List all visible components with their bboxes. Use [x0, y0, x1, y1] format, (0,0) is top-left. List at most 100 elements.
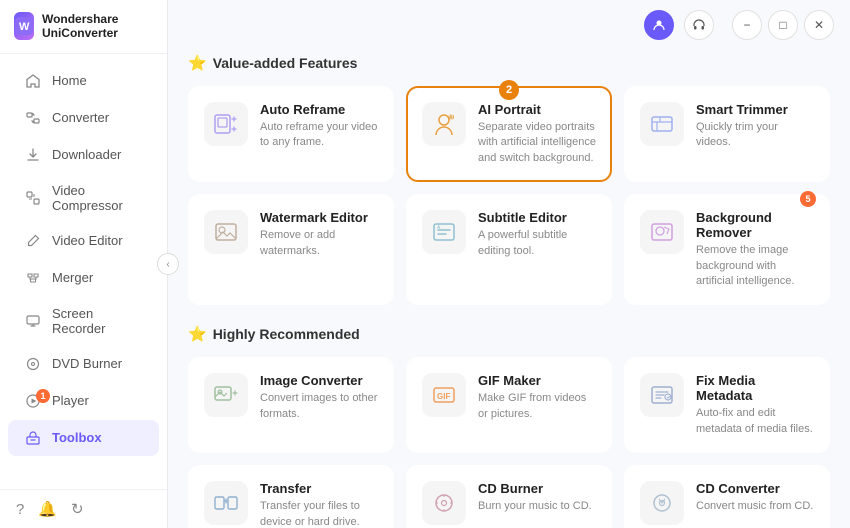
transfer-desc: Transfer your files to device or hard dr…	[260, 499, 378, 528]
headset-button[interactable]	[684, 10, 714, 40]
highly-recommended-grid: Image Converter Convert images to other …	[188, 357, 830, 528]
sidebar-item-compressor-label: Video Compressor	[52, 183, 143, 213]
maximize-button[interactable]: □	[768, 10, 798, 40]
section-icon: ⭐	[188, 54, 207, 72]
converter-icon	[24, 109, 42, 127]
auto-reframe-icon	[204, 102, 248, 146]
highly-recommended-section-title: ⭐ Highly Recommended	[188, 325, 830, 343]
feature-card-watermark-editor[interactable]: Watermark Editor Remove or add watermark…	[188, 194, 394, 305]
ai-portrait-number: 2	[499, 80, 519, 100]
feature-card-subtitle-editor[interactable]: A Subtitle Editor A powerful subtitle ed…	[406, 194, 612, 305]
watermark-editor-name: Watermark Editor	[260, 210, 378, 225]
player-badge: 1	[36, 389, 50, 403]
ai-portrait-desc: Separate video portraits with artificial…	[478, 120, 596, 166]
value-added-section-title: ⭐ Value-added Features	[188, 54, 830, 72]
sidebar-footer: ? 🔔 ↻	[0, 489, 167, 528]
sidebar-item-downloader-label: Downloader	[52, 147, 121, 162]
sidebar-item-merger-label: Merger	[52, 270, 93, 285]
svg-text:W: W	[19, 21, 30, 33]
content-area: ⭐ Value-added Features Auto Reframe Auto…	[168, 50, 850, 528]
bg-remover-desc: Remove the image background with artific…	[696, 243, 814, 289]
merge-icon	[24, 269, 42, 287]
gif-maker-name: GIF Maker	[478, 373, 596, 388]
minimize-button[interactable]: −	[732, 10, 762, 40]
image-converter-name: Image Converter	[260, 373, 378, 388]
cd-burner-icon	[422, 481, 466, 525]
app-logo: W	[14, 12, 34, 40]
compress-icon	[24, 189, 42, 207]
cd-burner-name: CD Burner	[478, 481, 592, 496]
watermark-editor-icon	[204, 210, 248, 254]
sidebar-header: W Wondershare UniConverter	[0, 0, 167, 54]
auto-reframe-desc: Auto reframe your video to any frame.	[260, 120, 378, 151]
dvd-icon	[24, 355, 42, 373]
feature-card-ai-portrait[interactable]: 2 AI AI Portrait Separate video portrait…	[406, 86, 612, 182]
home-icon	[24, 72, 42, 90]
watermark-editor-desc: Remove or add watermarks.	[260, 228, 378, 259]
background-remover-badge: 5	[800, 191, 816, 207]
sidebar-item-downloader[interactable]: Downloader	[8, 137, 159, 173]
feature-card-background-remover[interactable]: 5 Background Remover Remove the image ba…	[624, 194, 830, 305]
background-remover-icon	[640, 210, 684, 254]
svg-text:GIF: GIF	[437, 392, 450, 401]
app-title: Wondershare UniConverter	[42, 12, 153, 41]
smart-trimmer-name: Smart Trimmer	[696, 102, 814, 117]
feature-card-cd-converter[interactable]: CD Converter Convert music from CD.	[624, 465, 830, 528]
user-avatar-button[interactable]	[644, 10, 674, 40]
sidebar-item-screen-recorder[interactable]: Screen Recorder	[8, 297, 159, 345]
sidebar: W Wondershare UniConverter Home Converte…	[0, 0, 168, 528]
bell-icon[interactable]: 🔔	[38, 500, 57, 518]
feature-card-transfer[interactable]: Transfer Transfer your files to device o…	[188, 465, 394, 528]
feature-card-cd-burner[interactable]: CD Burner Burn your music to CD.	[406, 465, 612, 528]
sidebar-item-video-editor[interactable]: Video Editor	[8, 223, 159, 259]
subtitle-editor-icon: A	[422, 210, 466, 254]
gif-maker-icon: GIF	[422, 373, 466, 417]
sidebar-item-recorder-label: Screen Recorder	[52, 306, 143, 336]
sidebar-item-home[interactable]: Home	[8, 63, 159, 99]
sidebar-item-player[interactable]: Player 1	[8, 383, 159, 419]
cd-converter-name: CD Converter	[696, 481, 813, 496]
edit-icon	[24, 232, 42, 250]
sidebar-item-home-label: Home	[52, 73, 87, 88]
refresh-icon[interactable]: ↻	[71, 500, 84, 518]
close-button[interactable]: ✕	[804, 10, 834, 40]
cd-burner-desc: Burn your music to CD.	[478, 499, 592, 514]
ai-portrait-icon: AI	[422, 102, 466, 146]
auto-reframe-name: Auto Reframe	[260, 102, 378, 117]
transfer-icon	[204, 481, 248, 525]
recommended-icon: ⭐	[188, 325, 207, 343]
value-added-grid: Auto Reframe Auto reframe your video to …	[188, 86, 830, 305]
sidebar-item-converter-label: Converter	[52, 110, 109, 125]
image-converter-icon	[204, 373, 248, 417]
main-content: − □ ✕ ⭐ Value-added Features	[168, 0, 850, 528]
help-icon[interactable]: ?	[16, 501, 24, 518]
gif-maker-desc: Make GIF from videos or pictures.	[478, 391, 596, 422]
sidebar-item-video-compressor[interactable]: Video Compressor	[8, 174, 159, 222]
image-converter-desc: Convert images to other formats.	[260, 391, 378, 422]
sidebar-item-player-label: Player	[52, 393, 89, 408]
smart-trimmer-icon	[640, 102, 684, 146]
cd-converter-desc: Convert music from CD.	[696, 499, 813, 514]
sidebar-collapse-button[interactable]: ‹	[157, 253, 179, 275]
feature-card-image-converter[interactable]: Image Converter Convert images to other …	[188, 357, 394, 453]
sidebar-item-toolbox[interactable]: Toolbox	[8, 420, 159, 456]
feature-card-smart-trimmer[interactable]: Smart Trimmer Quickly trim your videos.	[624, 86, 830, 182]
sidebar-item-merger[interactable]: Merger	[8, 260, 159, 296]
svg-text:AI: AI	[449, 115, 455, 121]
feature-card-fix-media-metadata[interactable]: Fix Media Metadata Auto-fix and edit met…	[624, 357, 830, 453]
sidebar-item-converter[interactable]: Converter	[8, 100, 159, 136]
bg-remover-name: Background Remover	[696, 210, 814, 240]
screen-icon	[24, 312, 42, 330]
fix-media-metadata-name: Fix Media Metadata	[696, 373, 814, 403]
subtitle-editor-desc: A powerful subtitle editing tool.	[478, 228, 596, 259]
transfer-name: Transfer	[260, 481, 378, 496]
cd-converter-icon	[640, 481, 684, 525]
sidebar-item-dvd-burner[interactable]: DVD Burner	[8, 346, 159, 382]
ai-portrait-name: AI Portrait	[478, 102, 596, 117]
smart-trimmer-desc: Quickly trim your videos.	[696, 120, 814, 151]
feature-card-gif-maker[interactable]: GIF GIF Maker Make GIF from videos or pi…	[406, 357, 612, 453]
feature-card-auto-reframe[interactable]: Auto Reframe Auto reframe your video to …	[188, 86, 394, 182]
fix-media-metadata-icon	[640, 373, 684, 417]
sidebar-item-dvd-label: DVD Burner	[52, 356, 122, 371]
subtitle-editor-name: Subtitle Editor	[478, 210, 596, 225]
